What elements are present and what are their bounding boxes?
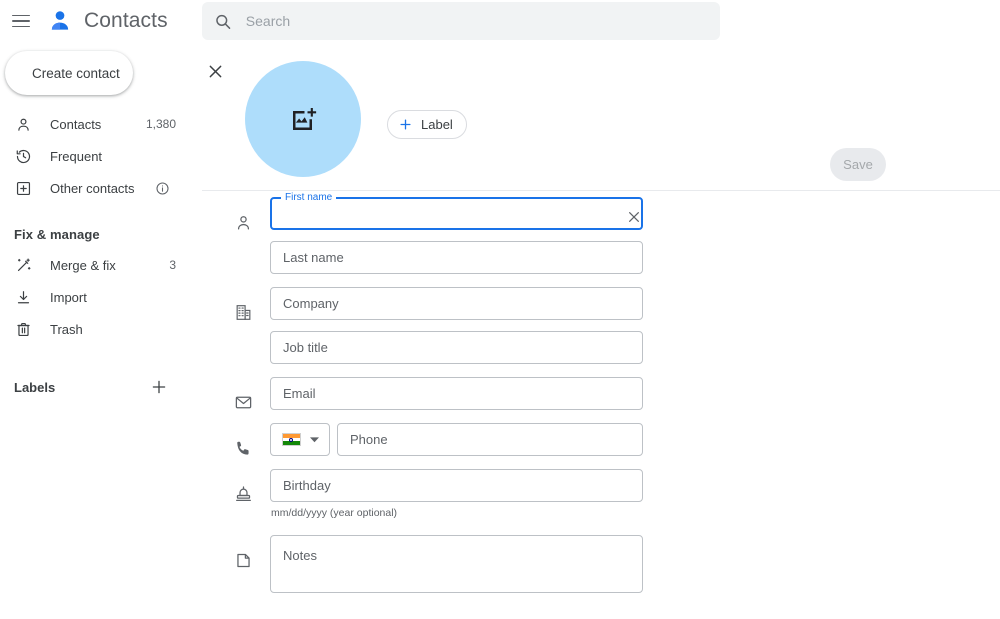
sidebar-item-label: Import xyxy=(50,290,202,305)
sidebar-item-label: Merge & fix xyxy=(50,258,152,273)
close-x-icon[interactable] xyxy=(206,62,226,82)
fix-manage-nav: Merge & fix 3 Import xyxy=(0,250,202,344)
first-name-label: First name xyxy=(281,192,336,204)
email-row xyxy=(202,377,1000,413)
job-title-row xyxy=(202,331,1000,367)
labels-heading: Labels xyxy=(14,380,55,395)
phone-row xyxy=(202,423,1000,459)
company-field[interactable] xyxy=(270,287,643,320)
sidebar-item-label: Other contacts xyxy=(50,181,202,196)
sidebar-item-label: Frequent xyxy=(50,149,202,164)
clear-x-icon[interactable] xyxy=(626,209,643,226)
sidebar-item-frequent[interactable]: Frequent xyxy=(0,141,202,171)
first-name-field[interactable]: First name xyxy=(270,197,643,230)
search-bar[interactable] xyxy=(202,2,720,40)
sidebar-item-import[interactable]: Import xyxy=(0,282,202,312)
top-bar: Contacts xyxy=(0,0,1000,42)
info-circle-icon[interactable] xyxy=(155,181,170,196)
email-field[interactable] xyxy=(270,377,643,410)
notes-input[interactable] xyxy=(271,536,642,592)
sidebar-item-label: Trash xyxy=(50,322,202,337)
magic-wand-icon xyxy=(14,256,33,275)
birthday-input[interactable] xyxy=(271,470,642,501)
last-name-field[interactable] xyxy=(270,241,643,274)
add-label-chip-button[interactable]: Label xyxy=(387,110,467,139)
contacts-app: Contacts Create contact xyxy=(0,0,1000,619)
history-clock-icon xyxy=(14,147,33,166)
sidebar: Create contact Contacts 1,380 xyxy=(0,42,202,619)
contact-form: First name xyxy=(202,197,1000,619)
phone-icon xyxy=(232,437,254,459)
country-code-selector[interactable] xyxy=(270,423,330,456)
building-icon xyxy=(232,301,254,323)
person-icon xyxy=(14,115,33,134)
labels-section-header: Labels xyxy=(0,374,202,400)
phone-input-group xyxy=(270,423,643,456)
job-title-input[interactable] xyxy=(271,332,642,363)
contact-editor: Label Save First name xyxy=(202,42,1000,619)
trash-icon xyxy=(14,320,33,339)
last-name-row xyxy=(202,241,1000,277)
birthday-group: mm/dd/yyyy (year optional) xyxy=(270,469,643,519)
search-input[interactable] xyxy=(246,13,708,29)
add-label-button[interactable] xyxy=(150,378,168,396)
header-divider xyxy=(202,190,1000,191)
import-download-icon xyxy=(14,288,33,307)
box-plus-icon xyxy=(14,179,33,198)
add-photo-icon xyxy=(288,104,318,134)
last-name-input[interactable] xyxy=(271,242,642,273)
search-icon xyxy=(214,12,232,31)
company-input[interactable] xyxy=(271,288,642,319)
envelope-icon xyxy=(232,391,254,413)
first-name-row: First name xyxy=(202,197,1000,233)
fix-and-manage-heading: Fix & manage xyxy=(0,227,202,242)
sidebar-item-merge-and-fix[interactable]: Merge & fix 3 xyxy=(0,250,202,280)
sidebar-item-label: Contacts xyxy=(50,117,129,132)
birthday-helper-text: mm/dd/yyyy (year optional) xyxy=(271,507,643,519)
notes-row xyxy=(202,535,1000,593)
sidebar-nav: Contacts 1,380 Frequent xyxy=(0,109,202,203)
google-contacts-logo-icon xyxy=(47,8,73,34)
email-input[interactable] xyxy=(271,378,642,409)
avatar[interactable] xyxy=(245,61,361,177)
person-outline-icon xyxy=(232,211,254,233)
create-contact-button[interactable]: Create contact xyxy=(5,51,133,95)
phone-input[interactable] xyxy=(338,424,642,455)
sidebar-item-other-contacts[interactable]: Other contacts xyxy=(0,173,202,203)
note-page-icon xyxy=(232,549,254,571)
birthday-cake-icon xyxy=(232,483,254,505)
hamburger-menu-icon[interactable] xyxy=(9,9,33,33)
birthday-field[interactable] xyxy=(270,469,643,502)
create-contact-label: Create contact xyxy=(32,66,120,81)
sidebar-item-contacts[interactable]: Contacts 1,380 xyxy=(0,109,202,139)
company-row xyxy=(202,287,1000,323)
india-flag-icon xyxy=(282,433,301,446)
notes-field[interactable] xyxy=(270,535,643,593)
job-title-field[interactable] xyxy=(270,331,643,364)
birthday-row: mm/dd/yyyy (year optional) xyxy=(202,469,1000,519)
plus-icon xyxy=(398,117,413,132)
label-button-text: Label xyxy=(421,117,453,132)
brand: Contacts xyxy=(47,8,168,34)
contacts-count: 1,380 xyxy=(146,117,176,131)
sidebar-item-trash[interactable]: Trash xyxy=(0,314,202,344)
save-button[interactable]: Save xyxy=(830,148,886,181)
page-title: Contacts xyxy=(84,9,168,33)
editor-header: Label Save xyxy=(202,42,1000,190)
phone-number-field[interactable] xyxy=(337,423,643,456)
caret-down-icon xyxy=(310,435,319,444)
merge-fix-count: 3 xyxy=(169,258,176,272)
